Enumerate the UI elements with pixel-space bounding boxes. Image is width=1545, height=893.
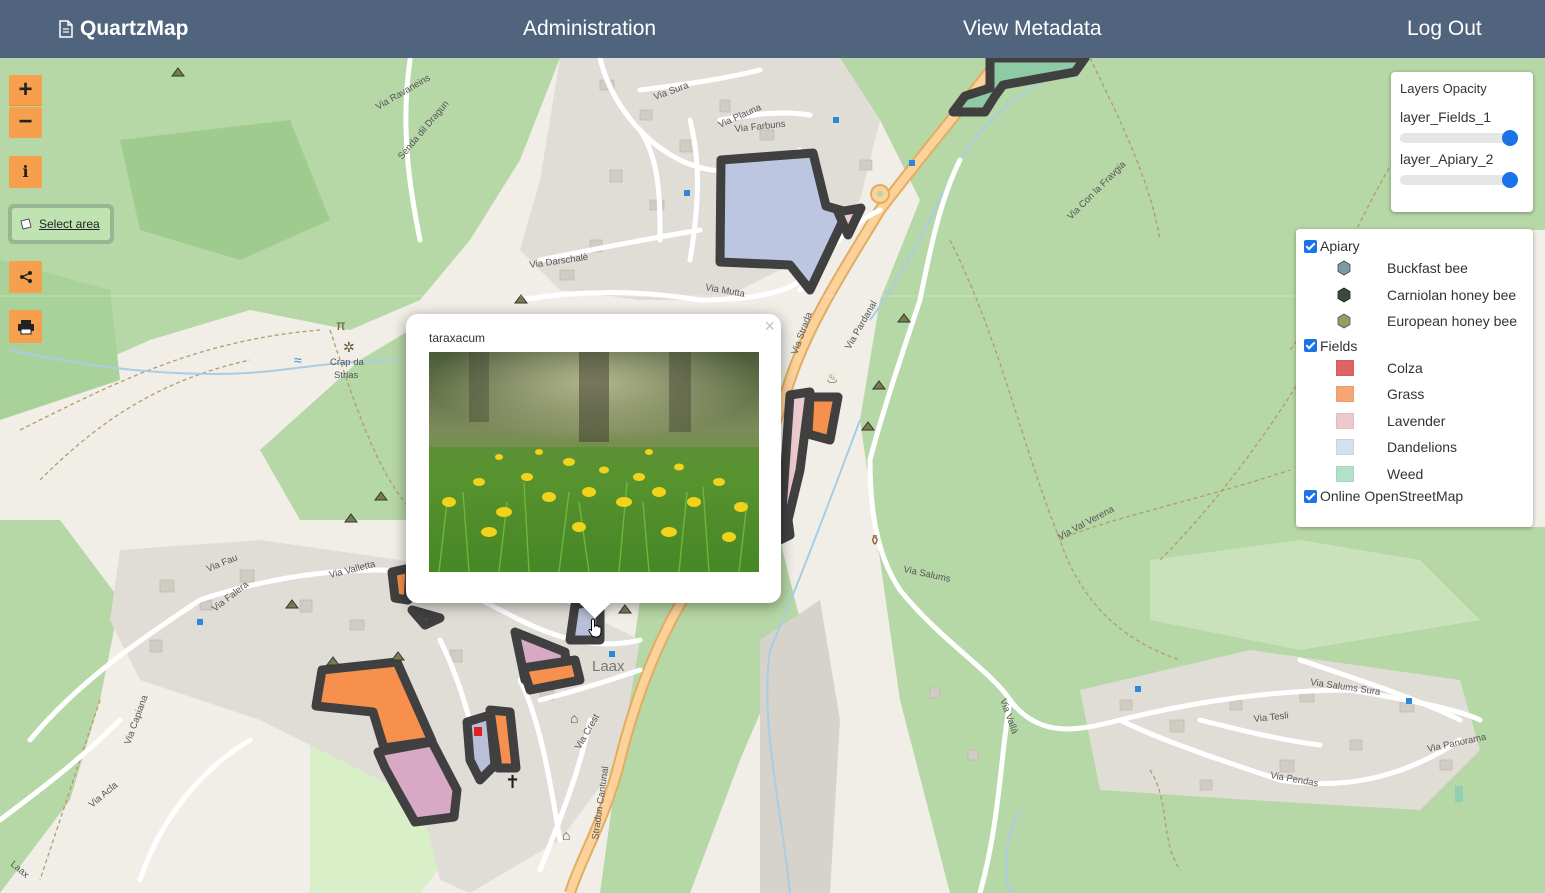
hand-cursor-icon: [588, 618, 602, 638]
opacity-panel-title: Layers Opacity: [1400, 81, 1487, 96]
layer-legend-panel: Apiary Buckfast bee Carniolan honey bee …: [1296, 229, 1533, 527]
popup-close-button[interactable]: ×: [764, 316, 775, 337]
polygon-draw-icon: [20, 218, 32, 230]
lavender-swatch: [1336, 412, 1354, 429]
svg-text:⌂: ⌂: [562, 827, 570, 843]
legend-item-label: Weed: [1387, 465, 1424, 482]
legend-item-label: Lavender: [1387, 412, 1446, 429]
apiary-checkbox[interactable]: [1304, 239, 1317, 253]
hexagon-icon: [1337, 287, 1351, 303]
legend-item: Carniolan honey bee: [1304, 282, 1533, 309]
legend-group-apiary[interactable]: Apiary: [1304, 237, 1533, 255]
opacity-slider-apiary[interactable]: [1400, 172, 1518, 188]
opacity-slider-fields[interactable]: [1400, 130, 1518, 146]
legend-group-osm[interactable]: Online OpenStreetMap: [1304, 487, 1533, 505]
svg-text:✝: ✝: [505, 772, 520, 792]
legend-group-label: Apiary: [1320, 238, 1360, 254]
document-icon: [59, 20, 73, 38]
grass-swatch: [1336, 386, 1354, 403]
opacity-row-apiary: layer_Apiary_2: [1400, 151, 1524, 188]
popup-photo: [429, 352, 759, 572]
nav-administration[interactable]: Administration: [523, 0, 656, 58]
colza-swatch: [1336, 359, 1354, 376]
legend-item: Grass: [1304, 381, 1533, 408]
legend-item: Weed: [1304, 461, 1533, 488]
legend-item: Dandelions: [1304, 434, 1533, 461]
print-button[interactable]: [9, 310, 42, 343]
fields-checkbox[interactable]: [1304, 339, 1317, 352]
hexagon-icon: [1337, 313, 1351, 329]
feature-popup: × taraxacum: [406, 314, 781, 619]
nav-view-metadata[interactable]: View Metadata: [963, 0, 1102, 58]
label-laax: Laax: [592, 658, 625, 675]
share-icon: [19, 270, 32, 283]
legend-item: Colza: [1304, 355, 1533, 382]
top-navbar: QuartzMap Administration View Metadata L…: [0, 0, 1545, 58]
dandelions-swatch: [1336, 439, 1354, 456]
legend-item-label: Carniolan honey bee: [1387, 286, 1517, 303]
info-button[interactable]: i: [9, 156, 42, 188]
opacity-row-fields: layer_Fields_1: [1400, 109, 1524, 146]
select-area-button[interactable]: Select area: [12, 208, 110, 240]
share-button[interactable]: [9, 261, 42, 293]
legend-group-label: Online OpenStreetMap: [1320, 488, 1464, 504]
svg-text:π: π: [336, 317, 346, 333]
label-strias: Strias: [334, 370, 359, 381]
map-view[interactable]: Crap da Strias Laax Via Salums Sura Via …: [0, 58, 1545, 893]
legend-item-label: Colza: [1387, 359, 1423, 376]
hexagon-icon: [1337, 260, 1351, 276]
zoom-out-button[interactable]: −: [9, 107, 42, 138]
svg-text:≈: ≈: [294, 352, 302, 368]
legend-item-label: European honey bee: [1387, 313, 1517, 330]
zoom-in-button[interactable]: +: [9, 75, 42, 106]
svg-text:♨: ♨: [826, 370, 839, 386]
legend-item: Lavender: [1304, 408, 1533, 435]
popup-title: taraxacum: [429, 331, 486, 345]
weed-swatch: [1336, 465, 1354, 482]
legend-item: Buckfast bee: [1304, 255, 1533, 282]
label-crap-da: Crap da: [330, 357, 365, 368]
slider-handle[interactable]: [1502, 172, 1518, 188]
legend-item-label: Grass: [1387, 386, 1425, 403]
printer-icon: [17, 319, 34, 335]
svg-text:⌂: ⌂: [570, 710, 578, 726]
legend-group-fields[interactable]: Fields: [1304, 337, 1533, 355]
brand-link[interactable]: QuartzMap: [58, 0, 189, 58]
svg-text:⚱: ⚱: [869, 532, 881, 548]
osm-checkbox[interactable]: [1304, 489, 1317, 503]
legend-item: European honey bee: [1304, 308, 1533, 335]
select-area-control: Select area: [8, 204, 114, 244]
legend-group-label: Fields: [1320, 337, 1358, 354]
legend-item-label: Buckfast bee: [1387, 260, 1468, 277]
slider-handle[interactable]: [1502, 130, 1518, 146]
select-area-label: Select area: [39, 217, 100, 231]
svg-text:✲: ✲: [343, 339, 355, 355]
opacity-label-fields: layer_Fields_1: [1400, 109, 1492, 125]
opacity-label-apiary: layer_Apiary_2: [1400, 151, 1494, 167]
nav-log-out[interactable]: Log Out: [1407, 0, 1482, 58]
brand-label: QuartzMap: [80, 17, 189, 40]
legend-item-label: Dandelions: [1387, 439, 1458, 456]
layers-opacity-panel: Layers Opacity layer_Fields_1 layer_Apia…: [1391, 72, 1533, 212]
